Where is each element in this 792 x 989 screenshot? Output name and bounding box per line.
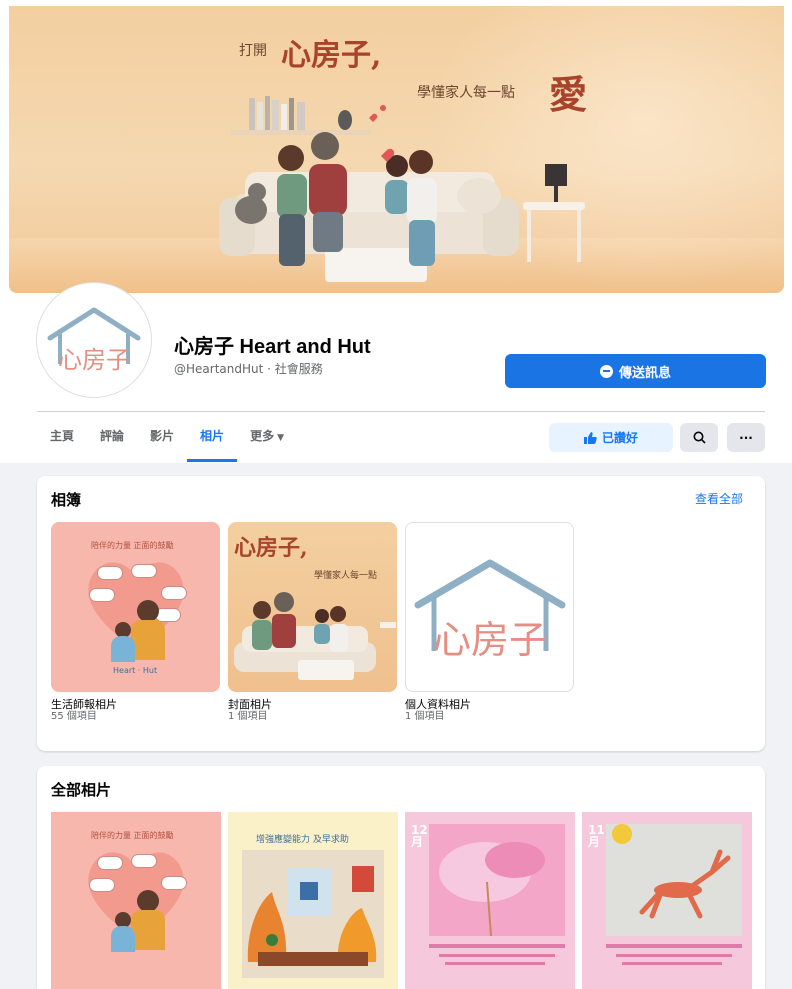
liked-label: 已讚好 xyxy=(601,431,638,445)
tab-reviews[interactable]: 評論 xyxy=(87,412,137,462)
album-name[interactable]: 生活師報相片 xyxy=(51,698,220,711)
tab-more[interactable]: 更多 ▼ xyxy=(237,412,297,462)
photo-thumbnail[interactable]: 11 月 xyxy=(582,812,752,989)
album-name[interactable]: 封面相片 xyxy=(228,698,397,711)
albums-title: 相簿 xyxy=(51,491,82,509)
see-all-link[interactable]: 查看全部 xyxy=(695,490,743,507)
photo-thumbnail[interactable]: 陪伴的力量 正面的鼓勵 xyxy=(51,812,221,989)
cover-text-open: 打開 xyxy=(239,43,267,59)
albums-section: 相簿 查看全部 陪伴的力量 正面的鼓勵 Heart · Hut 生活師報相片 5… xyxy=(37,476,765,751)
album-profile-photos[interactable]: 心房子 個人資料相片 1 個項目 xyxy=(405,522,574,723)
album-thumbnail[interactable]: 陪伴的力量 正面的鼓勵 Heart · Hut xyxy=(51,522,220,692)
album-count: 55 個項目 xyxy=(51,711,97,722)
page-header: 打開 心房子, 學懂家人每一點 愛 心房子 心房子 Heart and Hut … xyxy=(0,0,792,463)
caret-down-icon: ▼ xyxy=(277,433,284,443)
tab-photos[interactable]: 相片 xyxy=(187,412,238,462)
search-button[interactable] xyxy=(680,423,718,452)
svg-text:心房子: 心房子 xyxy=(433,618,547,662)
tab-videos[interactable]: 影片 xyxy=(137,412,187,462)
photo-thumbnail[interactable]: 12 月 xyxy=(405,812,575,989)
album-count: 1 個項目 xyxy=(405,711,445,722)
album-thumbnail[interactable]: 心房子 xyxy=(405,522,574,692)
cover-text-brand: 心房子, xyxy=(281,38,382,73)
page-tabs: 主頁 評論 影片 相片 更多 ▼ xyxy=(37,412,297,462)
avatar-logo-text: 心房子 xyxy=(58,346,130,374)
album-name[interactable]: 個人資料相片 xyxy=(405,698,574,711)
heart-and-hut-logo: 心房子 xyxy=(414,559,566,662)
page-handle-category: @HeartandHut · 社會服務 xyxy=(174,362,323,376)
album-thumbnail[interactable]: 心房子, 學懂家人每一點 xyxy=(228,522,397,692)
album-cover-photos[interactable]: 心房子, 學懂家人每一點 封面相片 1 個項目 xyxy=(228,522,397,723)
photo-thumbnail[interactable]: 增強應變能力 及早求助 xyxy=(228,812,398,989)
page-title: 心房子 Heart and Hut xyxy=(174,336,371,358)
cover-photo[interactable]: 打開 心房子, 學懂家人每一點 愛 xyxy=(9,6,784,293)
cover-text-tagline: 學懂家人每一點 xyxy=(417,85,515,101)
album-count: 1 個項目 xyxy=(228,711,268,722)
all-photos-title: 全部相片 xyxy=(51,781,112,799)
send-message-button[interactable]: 傳送訊息 xyxy=(505,354,766,388)
thumbs-up-icon xyxy=(583,431,597,444)
all-photos-section: 全部相片 陪伴的力量 正面的鼓勵 增強應變能力 及早求助 12 月 11 月 xyxy=(37,766,765,989)
tab-home[interactable]: 主頁 xyxy=(37,412,87,462)
messenger-icon xyxy=(599,364,613,378)
album-life-tips[interactable]: 陪伴的力量 正面的鼓勵 Heart · Hut 生活師報相片 55 個項目 xyxy=(51,522,220,723)
profile-avatar[interactable]: 心房子 xyxy=(37,283,151,397)
search-icon xyxy=(693,431,706,444)
ellipsis-icon: ··· xyxy=(739,430,753,445)
cover-text-love: 愛 xyxy=(549,72,588,117)
heart-and-hut-logo: 心房子 xyxy=(47,307,141,374)
liked-button[interactable]: 已讚好 xyxy=(549,423,673,452)
more-options-button[interactable]: ··· xyxy=(727,423,765,452)
send-message-label: 傳送訊息 xyxy=(618,365,671,381)
